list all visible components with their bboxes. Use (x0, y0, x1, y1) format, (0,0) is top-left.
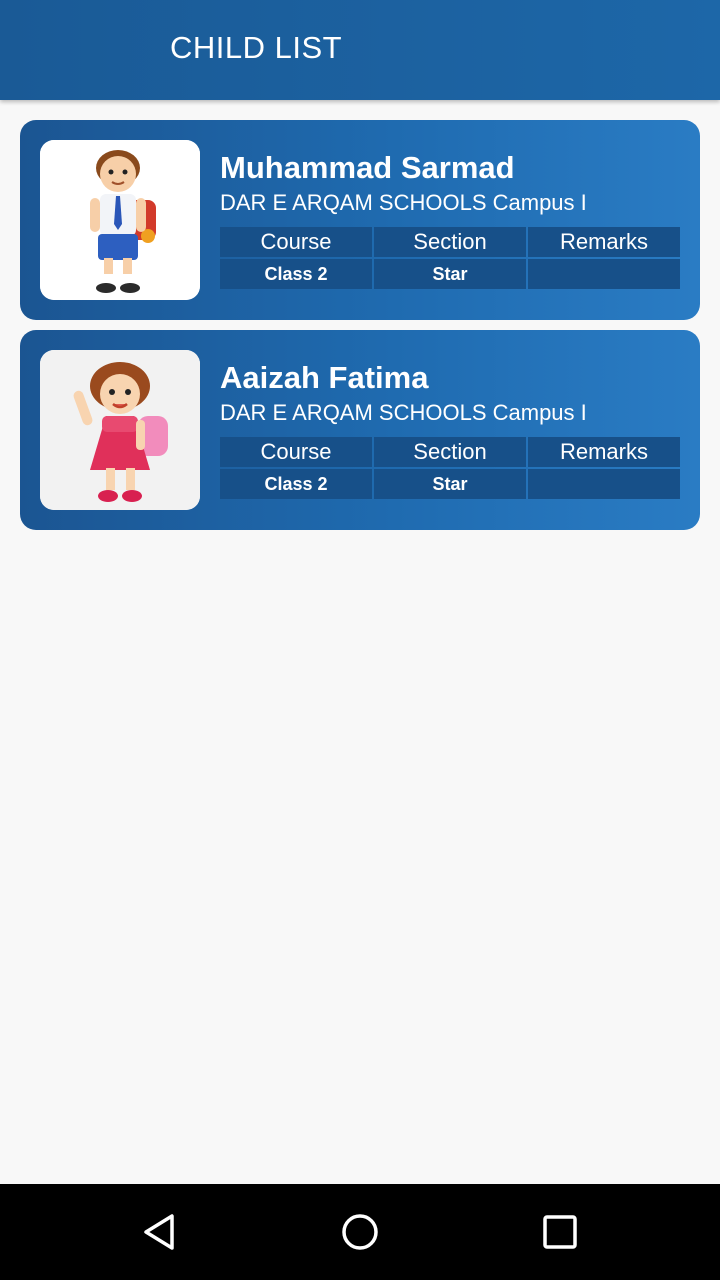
course-header: Course (220, 437, 372, 467)
remarks-value (528, 259, 680, 289)
app-bar: CHILD LIST (0, 0, 720, 100)
school-name: DAR E ARQAM SCHOOLS Campus I (220, 400, 587, 425)
page-title: CHILD LIST (170, 30, 343, 65)
girl-avatar-icon (40, 350, 200, 510)
section-value: Star (374, 259, 526, 289)
home-icon[interactable] (338, 1210, 382, 1254)
section-value: Star (374, 469, 526, 499)
child-name: Muhammad Sarmad (220, 150, 515, 185)
child-info-table: Course Section Remarks Class 2 Star (220, 227, 680, 289)
child-list: Muhammad Sarmad DAR E ARQAM SCHOOLS Camp… (20, 120, 700, 540)
remarks-value (528, 469, 680, 499)
child-info-table: Course Section Remarks Class 2 Star (220, 437, 680, 499)
child-card[interactable]: Muhammad Sarmad DAR E ARQAM SCHOOLS Camp… (20, 120, 700, 320)
recents-icon[interactable] (538, 1210, 582, 1254)
course-value: Class 2 (220, 469, 372, 499)
system-navigation-bar (0, 1184, 720, 1280)
remarks-header: Remarks (528, 437, 680, 467)
back-icon[interactable] (138, 1210, 182, 1254)
section-header: Section (374, 437, 526, 467)
section-header: Section (374, 227, 526, 257)
child-name: Aaizah Fatima (220, 360, 429, 395)
boy-avatar-icon (40, 140, 200, 300)
school-name: DAR E ARQAM SCHOOLS Campus I (220, 190, 587, 215)
child-card[interactable]: Aaizah Fatima DAR E ARQAM SCHOOLS Campus… (20, 330, 700, 530)
course-header: Course (220, 227, 372, 257)
course-value: Class 2 (220, 259, 372, 289)
remarks-header: Remarks (528, 227, 680, 257)
